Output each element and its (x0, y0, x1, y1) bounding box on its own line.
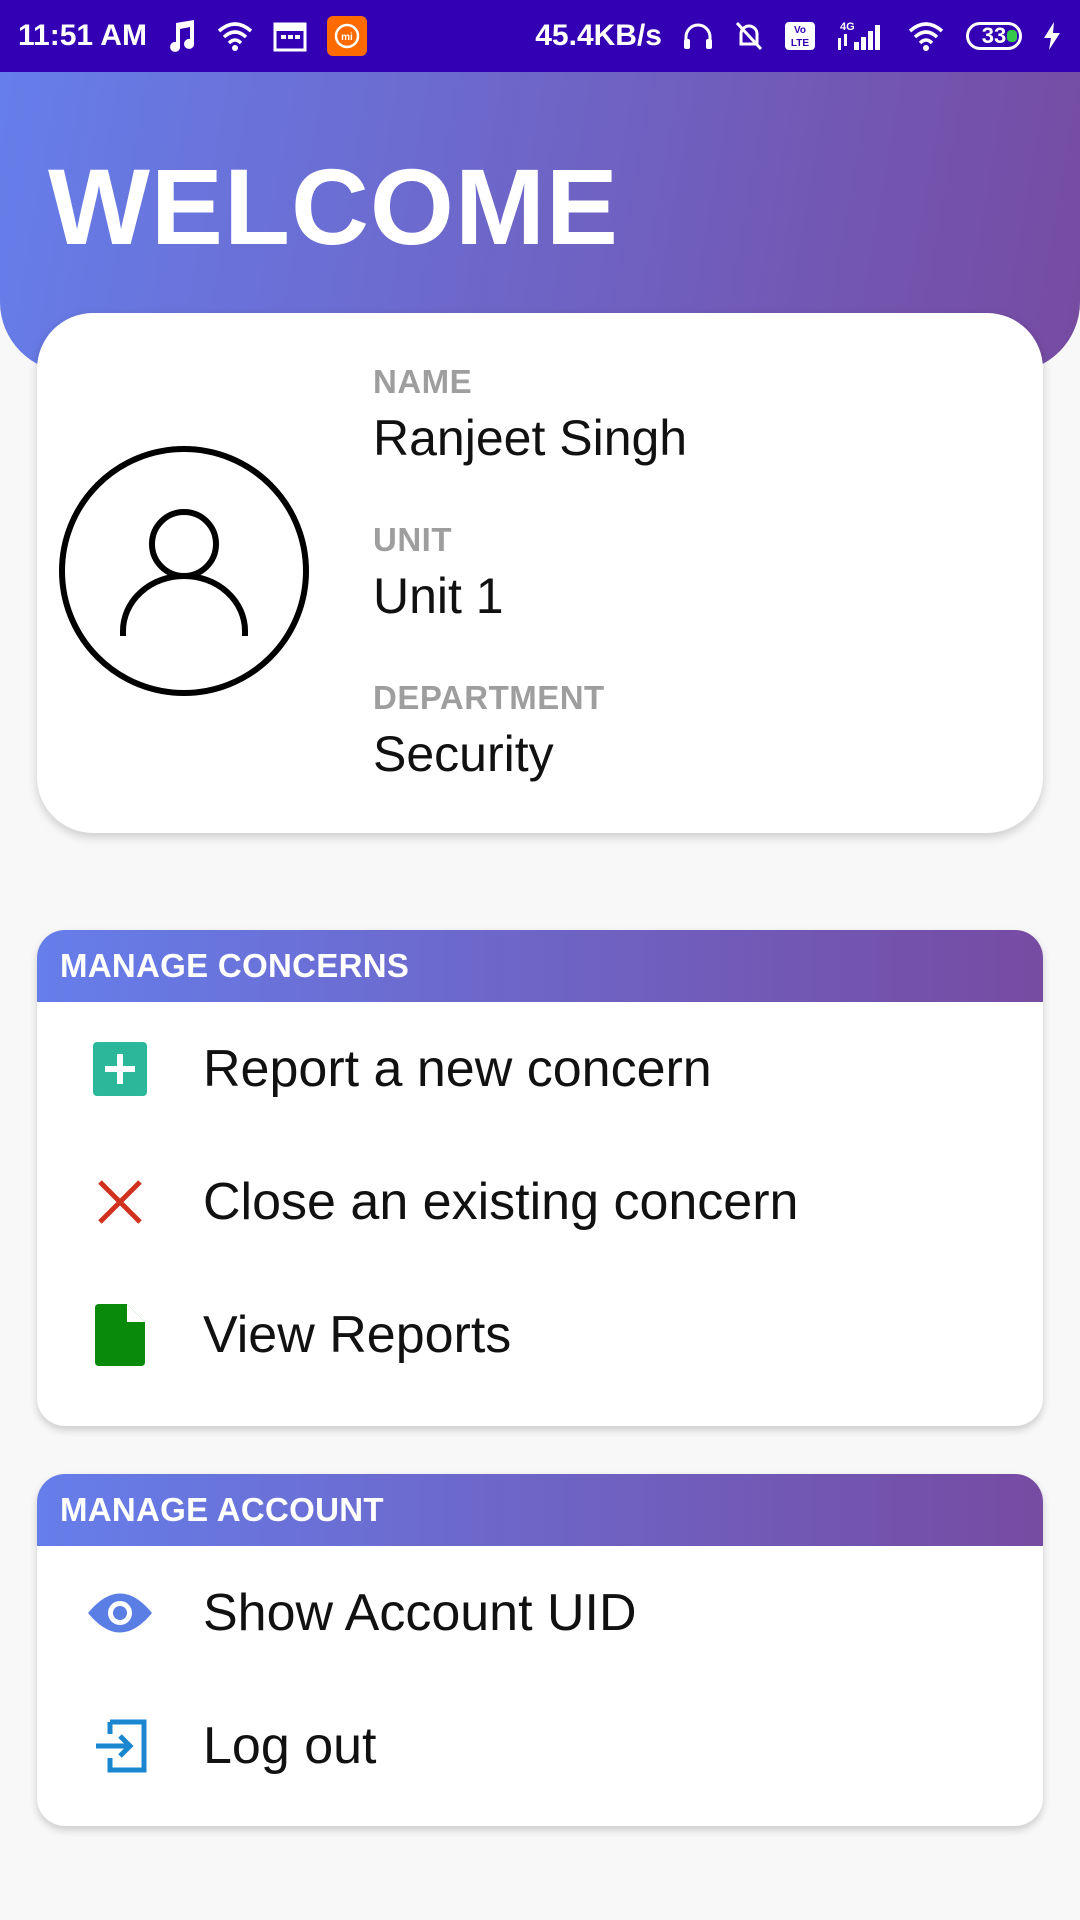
charging-icon (1042, 21, 1062, 51)
wifi-icon (906, 21, 946, 51)
logout-label: Log out (203, 1716, 377, 1775)
headphones-icon (682, 21, 714, 51)
unit-value: Unit 1 (373, 568, 504, 624)
manage-account-card: MANAGE ACCOUNT Show Account UID Log out (37, 1474, 1043, 1826)
report-concern-label: Report a new concern (203, 1039, 712, 1098)
profile-info: NAME Ranjeet Singh UNIT Unit 1 DEPARTMEN… (373, 363, 687, 783)
department-value: Security (373, 726, 554, 782)
svg-text:LTE: LTE (791, 38, 809, 49)
department-block: DEPARTMENT Security (373, 679, 687, 783)
logout-button[interactable]: Log out (37, 1679, 1043, 1812)
show-uid-button[interactable]: Show Account UID (37, 1546, 1043, 1679)
document-icon (80, 1303, 160, 1366)
calendar-icon (273, 20, 307, 52)
status-bar-left: 11:51 AM mi (18, 16, 367, 56)
status-time: 11:51 AM (18, 19, 147, 52)
battery-level: 33 (981, 23, 1007, 48)
svg-text:mi: mi (341, 32, 353, 43)
profile-card: NAME Ranjeet Singh UNIT Unit 1 DEPARTMEN… (37, 313, 1043, 833)
name-label: NAME (373, 363, 473, 400)
name-value: Ranjeet Singh (373, 410, 688, 466)
manage-concerns-header: MANAGE CONCERNS (37, 930, 1043, 1002)
music-note-icon (167, 19, 197, 53)
bell-off-icon (734, 20, 764, 52)
show-uid-label: Show Account UID (203, 1583, 637, 1642)
close-x-icon (80, 1177, 160, 1227)
mi-app-icon: mi (326, 16, 367, 56)
report-concern-button[interactable]: Report a new concern (37, 1002, 1043, 1135)
wifi-icon (217, 21, 253, 51)
view-reports-label: View Reports (203, 1305, 512, 1364)
user-avatar-icon (59, 446, 309, 696)
unit-label: UNIT (373, 521, 452, 558)
eye-icon (80, 1590, 160, 1636)
battery-icon: 33 (966, 22, 1022, 50)
volte-icon: Vo LTE (784, 21, 816, 51)
network-speed: 45.4KB/s (535, 19, 662, 52)
page-title: WELCOME (48, 146, 619, 267)
close-concern-label: Close an existing concern (203, 1172, 799, 1231)
unit-block: UNIT Unit 1 (373, 521, 687, 625)
department-label: DEPARTMENT (373, 679, 605, 716)
svg-text:4G: 4G (840, 21, 855, 33)
manage-concerns-card: MANAGE CONCERNS Report a new concern Clo… (37, 930, 1043, 1426)
manage-account-header: MANAGE ACCOUNT (37, 1474, 1043, 1546)
svg-text:Vo: Vo (794, 25, 806, 36)
logout-icon (80, 1718, 160, 1774)
signal-icon: 4G (836, 20, 886, 52)
add-square-icon (80, 1041, 160, 1097)
status-bar: 11:51 AM mi 45.4KB/s Vo LTE 4G 33 (0, 0, 1080, 72)
close-concern-button[interactable]: Close an existing concern (37, 1135, 1043, 1268)
status-bar-right: 45.4KB/s Vo LTE 4G 33 (535, 19, 1062, 53)
name-block: NAME Ranjeet Singh (373, 363, 687, 467)
view-reports-button[interactable]: View Reports (37, 1268, 1043, 1401)
